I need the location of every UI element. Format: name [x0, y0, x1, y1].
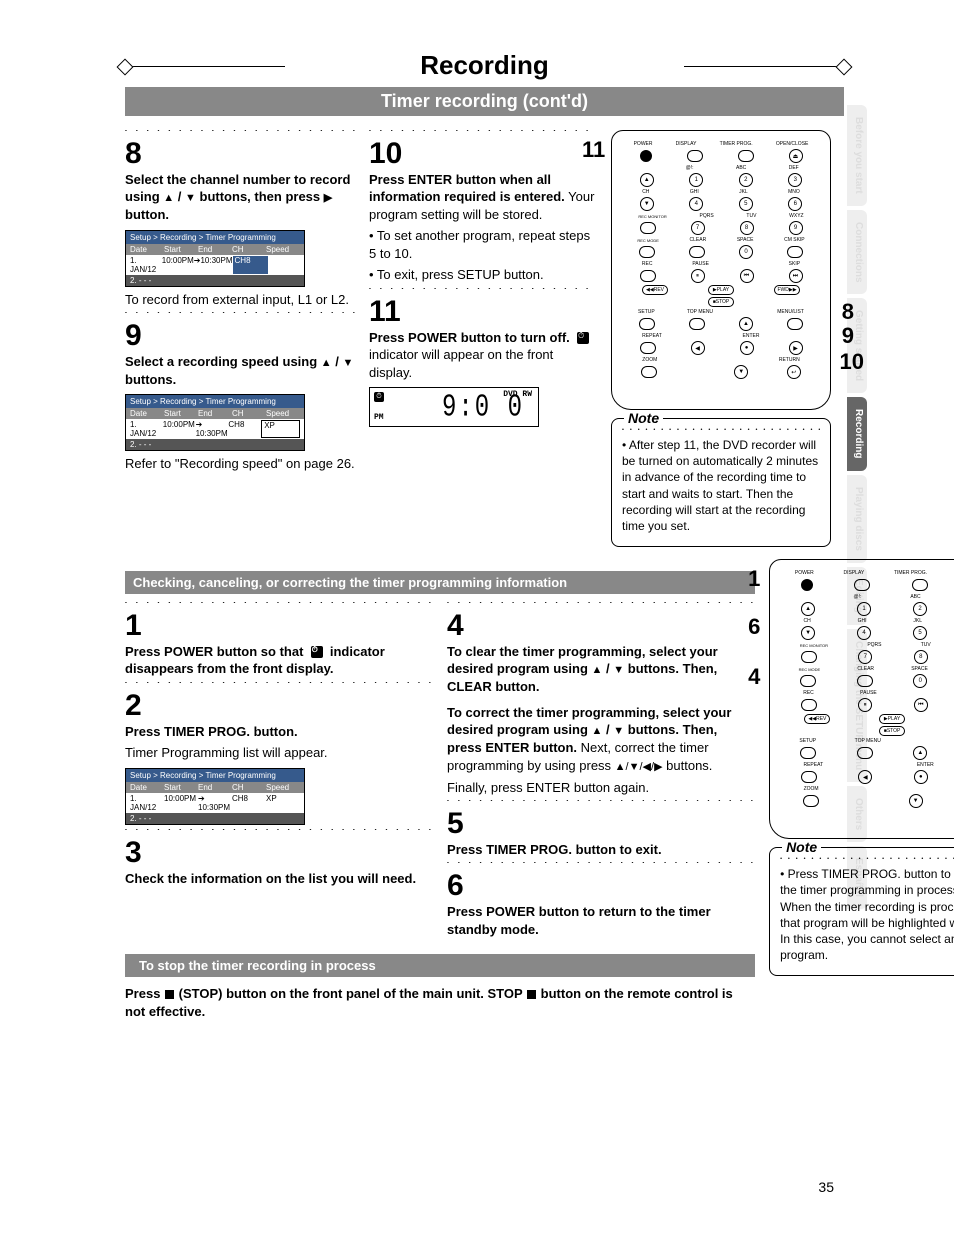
ui-screen-8: Setup > Recording > Timer Programming Da…	[125, 230, 305, 287]
remote-diagram-2: 1 6 4 2 5 4 POWERDISPLAYTIMER PROG.OPEN/…	[769, 559, 954, 839]
section-checking: Checking, canceling, or correcting the t…	[125, 571, 755, 594]
callout-9: 9	[842, 323, 854, 349]
cstep-6: 6	[447, 871, 755, 901]
note-1: Note • • • • • • • • • • • • • • • • • •…	[611, 418, 831, 547]
cstep-4: 4	[447, 611, 755, 641]
cstep-3: 3	[125, 838, 433, 868]
clock-icon: ⏱	[374, 392, 384, 402]
cstep-5: 5	[447, 809, 755, 839]
page-number: 35	[818, 1179, 834, 1195]
stop-icon	[165, 990, 174, 999]
ui-screen-2: Setup > Recording > Timer Programming Da…	[125, 768, 305, 825]
callout-4a: 4	[748, 664, 760, 690]
note-2: Note • • • • • • • • • • • • • • • • • •…	[769, 847, 954, 976]
step-10: 10	[369, 139, 597, 169]
callout-8: 8	[842, 299, 854, 325]
clock-icon	[311, 646, 323, 658]
remote-diagram-1: 11 8 9 10 POWERDISPLAYTIMER PROG.OPEN/CL…	[611, 130, 831, 410]
subtitle: Timer recording (cont'd)	[125, 87, 844, 116]
callout-1: 1	[748, 566, 760, 592]
ui-screen-9: Setup > Recording > Timer Programming Da…	[125, 394, 305, 451]
callout-10: 10	[840, 349, 864, 375]
callout-11: 11	[582, 137, 605, 163]
step-9: 9	[125, 321, 355, 351]
section-stop: To stop the timer recording in process	[125, 954, 755, 977]
stop-icon	[527, 990, 536, 999]
step-11: 11	[369, 297, 597, 327]
clock-icon	[577, 332, 589, 344]
front-display: DVD RW ⏱ PM 9:0 0	[369, 387, 539, 427]
step-8: 8	[125, 139, 355, 169]
cstep-1: 1	[125, 611, 433, 641]
page-title: Recording	[125, 50, 844, 81]
cstep-2: 2	[125, 691, 433, 721]
callout-6: 6	[748, 614, 760, 640]
